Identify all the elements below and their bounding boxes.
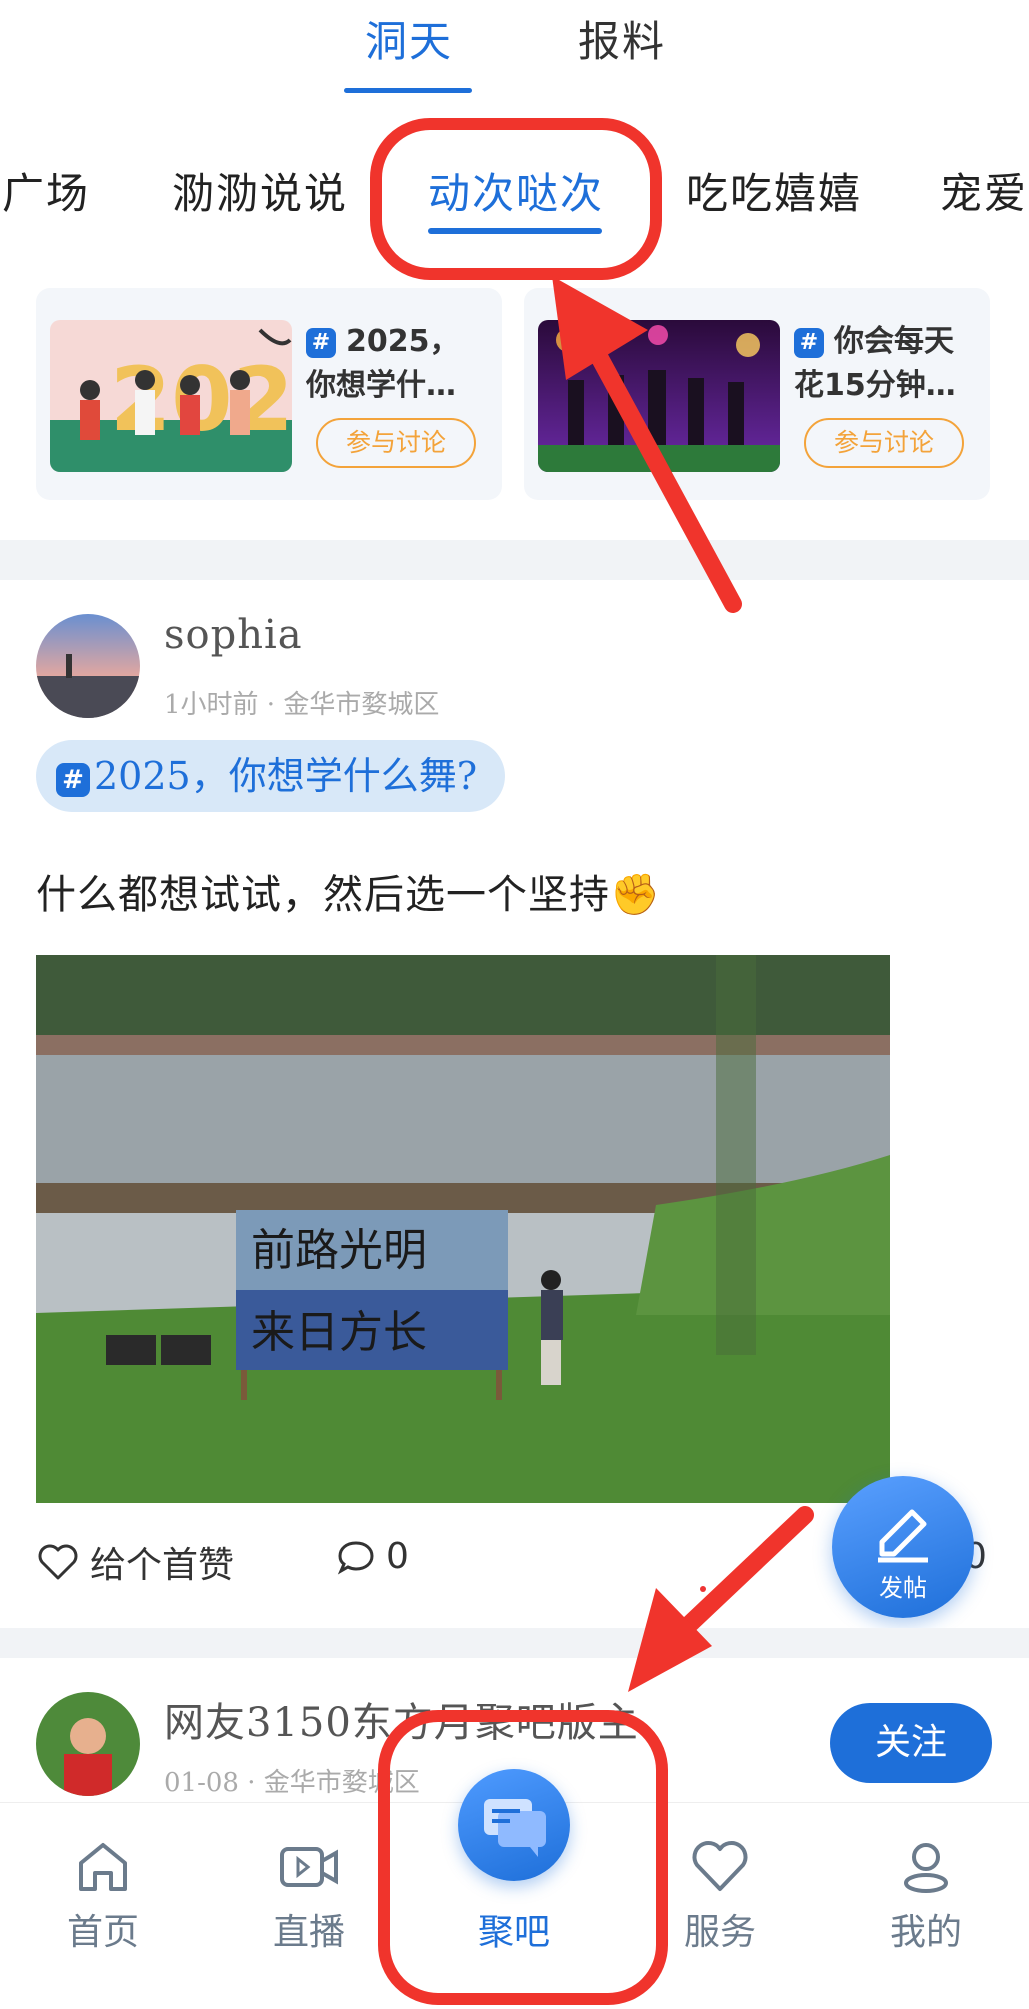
annotation-arrow-down — [628, 1506, 814, 1692]
annotation-arrow-up — [552, 276, 742, 613]
annotation-arrows — [552, 276, 814, 1692]
